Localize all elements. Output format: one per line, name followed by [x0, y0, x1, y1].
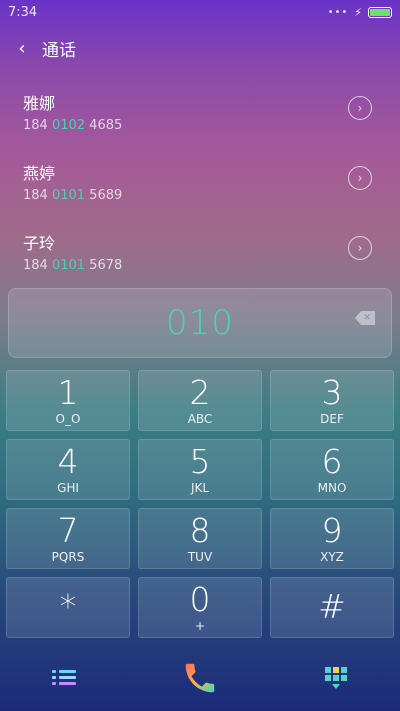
key-4[interactable]: 4 GHI [6, 439, 130, 500]
key-3[interactable]: 3 DEF [270, 370, 394, 431]
charging-icon: ⚡ [354, 5, 362, 19]
status-icons: ••• ⚡ [328, 6, 392, 19]
dialed-number: 010 [166, 303, 234, 343]
key-7[interactable]: 7 PQRS [6, 508, 130, 569]
chevron-right-icon[interactable]: › [348, 96, 372, 120]
key-9[interactable]: 9 XYZ [270, 508, 394, 569]
phone-match: 0101 [51, 258, 86, 273]
battery-icon [368, 6, 392, 18]
key-0[interactable]: 0 + [138, 577, 262, 638]
dial-display: 010 ✕ [8, 288, 392, 358]
key-8[interactable]: 8 TUV [138, 508, 262, 569]
call-phone-icon[interactable] [180, 658, 220, 698]
key-star[interactable]: * [6, 577, 130, 638]
back-icon[interactable]: ‹ [12, 38, 32, 59]
signal-dots: ••• [327, 6, 349, 18]
contact-item[interactable]: 子玲 184 0101 5678 › [0, 220, 400, 290]
page-title: 通话 [42, 40, 76, 61]
contact-name: 燕婷 [23, 164, 56, 183]
dial-keypad: 1 O_O 2 ABC 3 DEF 4 GHI 5 JKL 6 MNO 7 PQRS 8 TUV… [6, 370, 394, 638]
contact-name: 雅娜 [23, 94, 56, 113]
contact-phone: 184 0101 5678 [23, 258, 123, 273]
status-bar: 7:34 ••• ⚡ [0, 0, 400, 24]
bottom-bar [0, 645, 400, 711]
phone-match: 0101 [51, 188, 86, 203]
key-1[interactable]: 1 O_O [6, 370, 130, 431]
contact-suggestions: 雅娜 184 0102 4685 › 燕婷 184 0101 5689 › 子玲… [0, 80, 400, 290]
contact-item[interactable]: 燕婷 184 0101 5689 › [0, 150, 400, 220]
key-hash[interactable]: # [270, 577, 394, 638]
backspace-icon[interactable]: ✕ [355, 311, 375, 325]
status-time: 7:34 [8, 4, 38, 20]
contact-phone: 184 0101 5689 [23, 188, 123, 203]
key-2[interactable]: 2 ABC [138, 370, 262, 431]
contact-name: 子玲 [23, 234, 56, 253]
contact-phone: 184 0102 4685 [23, 118, 123, 133]
key-5[interactable]: 5 JKL [138, 439, 262, 500]
chevron-right-icon[interactable]: › [348, 236, 372, 260]
keypad-hide-icon[interactable] [324, 666, 348, 690]
header: ‹ 通话 [0, 24, 400, 72]
phone-match: 0102 [51, 118, 86, 133]
contact-item[interactable]: 雅娜 184 0102 4685 › [0, 80, 400, 150]
chevron-right-icon[interactable]: › [348, 166, 372, 190]
key-6[interactable]: 6 MNO [270, 439, 394, 500]
call-log-list-icon[interactable] [52, 668, 76, 688]
